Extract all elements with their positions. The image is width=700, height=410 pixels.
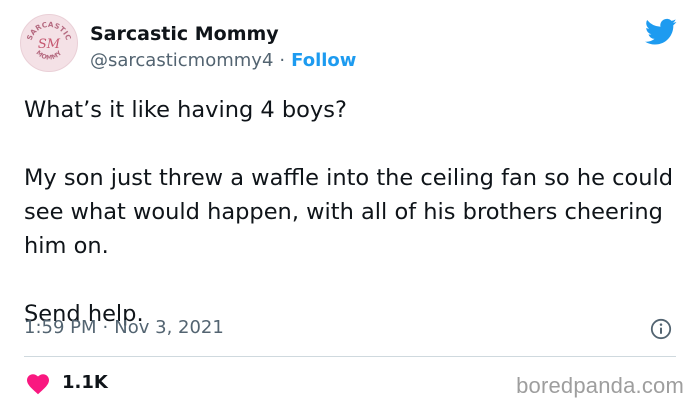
twitter-bird-icon[interactable] [645,18,677,46]
avatar-logo: SARCASTIC SM MOMMY [25,20,73,62]
tweet-time: 1:59 PM [24,317,97,338]
display-name[interactable]: Sarcastic Mommy [90,21,279,47]
handle-line: @sarcasticmommy4 · Follow [90,48,356,74]
info-icon[interactable] [650,318,672,340]
svg-text:SM: SM [38,37,61,52]
user-handle[interactable]: @sarcasticmommy4 [90,50,273,71]
tweet-paragraph: My son just threw a waffle into the ceil… [24,165,674,259]
follow-link[interactable]: Follow [291,50,356,71]
watermark: boredpanda.com [516,373,684,398]
like-count[interactable]: 1.1K [62,370,108,396]
heart-icon[interactable] [26,373,50,395]
tweet-date: Nov 3, 2021 [114,317,224,338]
time-separator: · [102,317,109,338]
divider [24,356,676,357]
avatar[interactable]: SARCASTIC SM MOMMY [20,14,78,72]
tweet-text: What’s it like having 4 boys? My son jus… [24,93,684,331]
handle-separator: · [279,50,286,71]
tweet-paragraph: What’s it like having 4 boys? [24,97,347,123]
timestamp[interactable]: 1:59 PM · Nov 3, 2021 [24,315,224,341]
